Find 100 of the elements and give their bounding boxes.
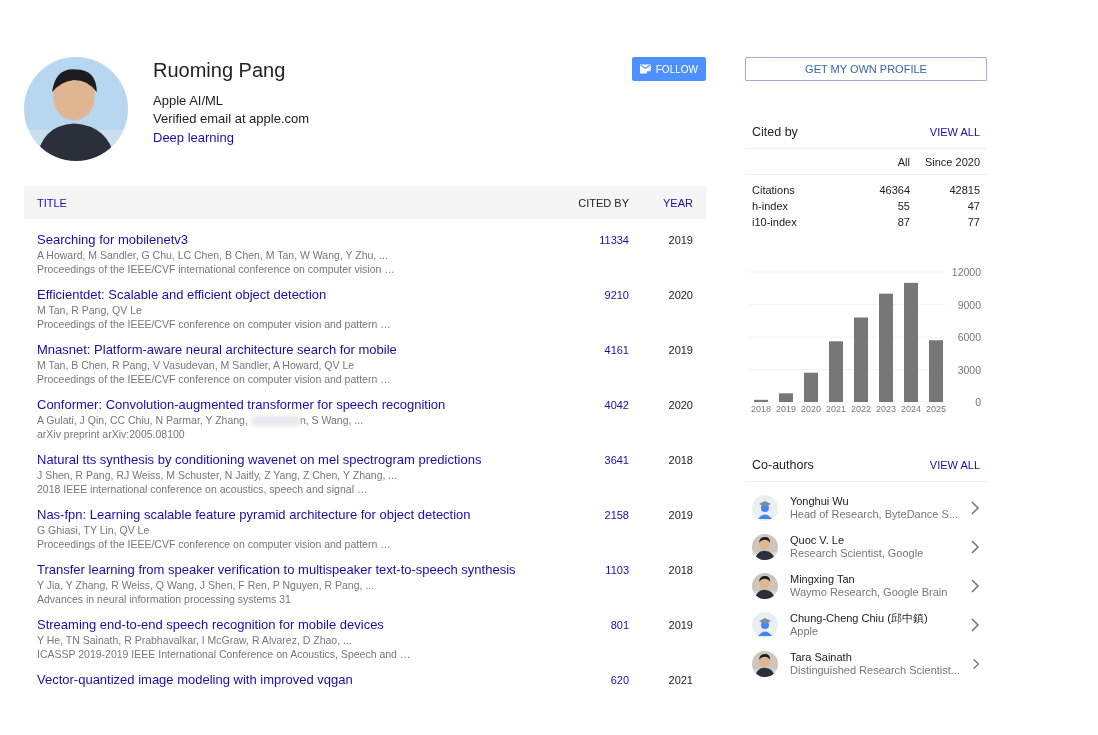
paper-venue: 2018 IEEE international conference on acoustics, speech and signal …: [37, 482, 369, 496]
column-header[interactable]: YEAR: [629, 196, 693, 209]
interest-link[interactable]: Deep learning: [153, 128, 607, 148]
coauthor-affiliation: Head of Research, ByteDance S...: [789, 507, 959, 521]
paper-title-link[interactable]: Streaming end-to-end speech recognition for mobile devices: [37, 617, 539, 633]
default-avatar-icon: [752, 494, 778, 521]
paper-title-link[interactable]: Nas-fpn: Learning scalable feature pyramid architecture for object detection: [37, 507, 539, 523]
affiliation: Apple AI/ML: [153, 92, 225, 110]
paper-venue: ICASSP 2019-2019 IEEE International Conference on Acoustics, Speech and …: [37, 647, 412, 661]
paper-year: 2020: [667, 288, 693, 303]
mail-icon: [640, 63, 651, 75]
y-tick-label: 9000: [957, 298, 981, 311]
chevron-right-icon[interactable]: [970, 578, 980, 593]
cited-by-count[interactable]: 801: [539, 617, 629, 659]
coauthor-name-link[interactable]: Chung-Cheng Chiu (邱中鎮): [790, 611, 958, 625]
y-tick-label: 0: [975, 396, 981, 408]
paper-title-link[interactable]: Natural tts synthesis by conditioning wavenet on mel spectrogram predictions: [37, 452, 539, 468]
stat-value: 46364: [878, 183, 910, 198]
stats-column-header: Since 2020: [923, 154, 980, 170]
x-tick-label: 2019: [776, 404, 796, 412]
paper-authors: Y He, TN Sainath, R Prabhavalkar, I McGraw, R Alvarez, D Zhao, ...: [37, 633, 353, 647]
stat-value: 87: [896, 215, 910, 230]
coauthor-avatar-icon: [752, 572, 778, 599]
citation-bar: [929, 340, 943, 402]
paper-authors: M Tan, R Pang, QV Le: [37, 303, 143, 317]
chevron-right-icon[interactable]: [970, 500, 980, 515]
paper-authors: A Howard, M Sandler, G Chu, LC Chen, B Chen, M Tan, W Wang, Y Zhu, ...: [37, 248, 389, 262]
profile-name: Ruoming Pang: [153, 59, 287, 82]
x-tick-label: 2024: [901, 404, 921, 412]
paper-title-link[interactable]: Efficientdet: Scalable and efficient object detection: [37, 287, 539, 303]
cited-by-count[interactable]: 3641: [539, 452, 629, 494]
default-avatar-icon: [752, 611, 778, 638]
coauthor-affiliation: Waymo Research, Google Brain: [790, 585, 949, 599]
paper-authors: Y Jia, Y Zhang, R Weiss, Q Wang, J Shen, F Ren, P Nguyen, R Pang, ...: [37, 578, 376, 592]
y-tick-label: 12000: [951, 266, 981, 278]
paper-venue: Proceedings of the IEEE/CVF conference on computer vision and pattern …: [37, 372, 392, 386]
paper-venue: arXiv preprint arXiv:2005.08100: [37, 427, 186, 441]
cited-by-count[interactable]: 2158: [539, 507, 629, 549]
paper-authors: A Gulati, J Qin, CC Chiu, N Parmar, Y Zhang, n, S Wang, ...: [37, 413, 365, 427]
stat-value: 42815: [948, 183, 980, 198]
chevron-right-icon[interactable]: [971, 656, 980, 671]
paper-venue: Proceedings of the IEEE/CVF conference on computer vision and pattern …: [37, 537, 392, 551]
x-tick-label: 2020: [801, 404, 821, 412]
cited-by-count[interactable]: 4161: [539, 342, 629, 384]
paper-title-link[interactable]: Vector-quantized image modeling with improved vqgan: [37, 672, 539, 688]
paper-year: 2018: [667, 453, 693, 468]
cited-by-count[interactable]: 4042: [539, 397, 629, 439]
paper-year: 2019: [667, 233, 693, 248]
stat-label: i10-index: [752, 215, 798, 230]
coauthor-name-link[interactable]: Quoc V. Le: [790, 533, 958, 547]
coauthor-name-link[interactable]: Tara Sainath: [790, 650, 960, 664]
view-all-link[interactable]: VIEW ALL: [929, 458, 980, 471]
cited-by-count[interactable]: 1103: [539, 562, 629, 604]
paper-title-link[interactable]: Conformer: Convolution-augmented transformer for speech recognition: [37, 397, 539, 413]
x-tick-label: 2025: [926, 404, 946, 412]
verified-email: Verified email at apple.com: [153, 110, 311, 128]
section-title: Co-authors: [752, 457, 814, 472]
cited-by-count[interactable]: 11334: [539, 232, 629, 274]
coauthor-avatar-icon: [752, 533, 778, 560]
stat-value: 47: [966, 199, 980, 214]
citation-bar: [754, 399, 768, 402]
paper-year: 2020: [667, 398, 693, 413]
x-tick-label: 2021: [826, 404, 846, 412]
column-header[interactable]: TITLE: [37, 196, 539, 209]
paper-authors: J Shen, R Pang, RJ Weiss, M Schuster, N Jaitly, Z Yang, Z Chen, Y Zhang, ...: [37, 468, 399, 482]
coauthor-affiliation: Distinguished Research Scientist...: [790, 663, 960, 677]
paper-title-link[interactable]: Searching for mobilenetv3: [37, 232, 539, 248]
x-tick-label: 2018: [751, 404, 771, 412]
cited-by-count[interactable]: 9210: [539, 287, 629, 329]
chevron-right-icon[interactable]: [970, 617, 980, 632]
column-header[interactable]: CITED BY: [539, 196, 629, 209]
stat-value: 55: [896, 199, 910, 214]
section-title: Cited by: [752, 124, 798, 139]
view-all-link[interactable]: VIEW ALL: [929, 125, 980, 138]
stat-value: 77: [966, 215, 980, 230]
stat-label: Citations: [752, 183, 796, 198]
paper-venue: Proceedings of the IEEE/CVF international conference on computer vision …: [37, 262, 396, 276]
y-tick-label: 6000: [957, 331, 981, 343]
chevron-right-icon[interactable]: [970, 539, 980, 554]
x-tick-label: 2022: [851, 404, 871, 412]
paper-venue: Advances in neural information processing systems 31: [37, 592, 292, 606]
get-my-own-profile-button[interactable]: GET MY OWN PROFILE: [745, 57, 987, 81]
paper-title-link[interactable]: Mnasnet: Platform-aware neural architecture search for mobile: [37, 342, 539, 358]
paper-year: 2018: [667, 563, 693, 578]
y-tick-label: 3000: [957, 363, 981, 376]
citation-bar: [779, 393, 793, 402]
stats-column-header: All: [896, 154, 910, 170]
coauthor-name-link[interactable]: Mingxing Tan: [790, 572, 958, 586]
paper-year: 2019: [667, 343, 693, 358]
paper-year: 2019: [667, 508, 693, 523]
coauthor-affiliation: Research Scientist, Google: [790, 546, 925, 560]
paper-title-link[interactable]: Transfer learning from speaker verification to multispeaker text-to-speech synthesis: [37, 562, 539, 578]
paper-year: 2019: [667, 618, 693, 633]
coauthor-name-link[interactable]: Yonghui Wu: [789, 494, 959, 508]
x-tick-label: 2023: [876, 404, 896, 412]
paper-venue: Proceedings of the IEEE/CVF conference on computer vision and pattern …: [37, 317, 392, 331]
citation-bar: [804, 372, 818, 402]
paper-authors: G Ghiasi, TY Lin, QV Le: [37, 523, 151, 537]
coauthor-avatar-icon: [752, 650, 778, 677]
cited-by-count[interactable]: 620: [539, 672, 629, 714]
